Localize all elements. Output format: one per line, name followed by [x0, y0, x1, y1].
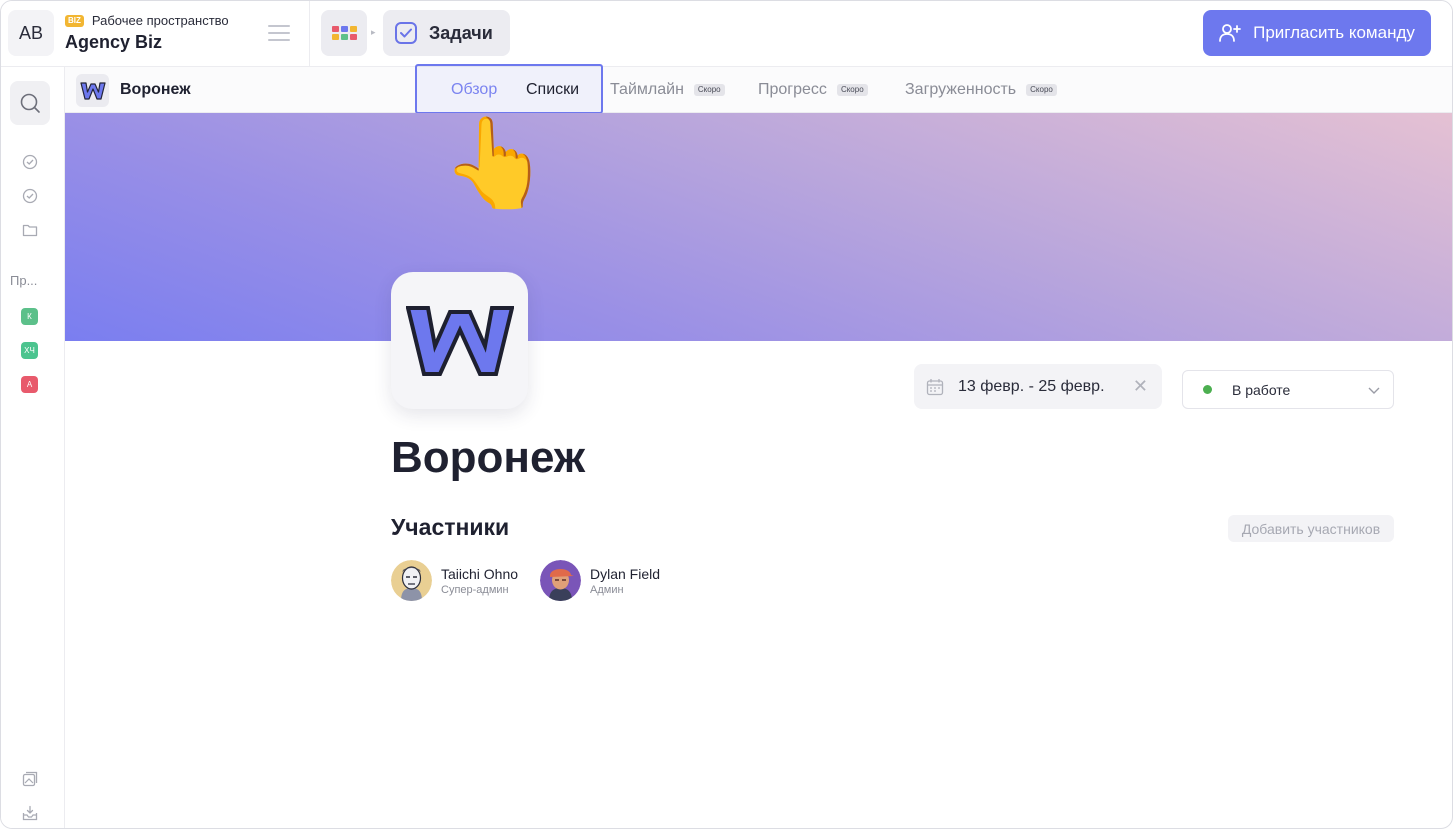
avatar	[391, 560, 432, 601]
projects-section-label: Пр...	[10, 273, 38, 288]
avatar	[540, 560, 581, 601]
add-members-button[interactable]: Добавить участников	[1228, 515, 1394, 542]
add-user-icon	[1219, 24, 1242, 42]
member-role: Админ	[590, 583, 624, 596]
workspace-name: Agency Biz	[65, 32, 163, 52]
tasks-check-icon	[395, 22, 417, 44]
date-range-text: 13 февр. - 25 февр.	[958, 377, 1105, 395]
tab-progress[interactable]: Прогресс Скоро	[758, 81, 868, 99]
rail-project-hch[interactable]: ХЧ	[21, 342, 38, 359]
my-tasks-check-icon[interactable]	[21, 153, 39, 171]
project-cover-banner	[65, 113, 1452, 341]
rail-project-a[interactable]: А	[21, 376, 38, 393]
rail-project-k[interactable]: К	[21, 308, 38, 325]
workspace-switcher[interactable]: BIZ Рабочее пространство Agency Biz	[65, 13, 229, 53]
status-dropdown[interactable]: В работе	[1182, 370, 1394, 409]
project-subnav: Воронеж Обзор Списки Таймлайн Скоро Прог…	[65, 64, 1452, 114]
project-title[interactable]: Воронеж	[391, 433, 585, 483]
search-icon	[20, 93, 40, 113]
breadcrumb-tasks[interactable]: Задачи	[383, 10, 510, 56]
project-logo-large[interactable]	[391, 272, 528, 409]
workspace-avatar[interactable]: AB	[8, 10, 54, 56]
member-item[interactable]: Taiichi Ohno Супер-админ	[391, 560, 518, 601]
search-button[interactable]	[10, 81, 50, 125]
members-heading: Участники	[391, 514, 510, 540]
soon-badge: Скоро	[693, 84, 725, 96]
calendar-icon	[926, 378, 944, 395]
workspace-label: Рабочее пространство	[91, 13, 229, 28]
invite-team-label: Пригласить команду	[1253, 23, 1415, 42]
status-dot	[1203, 385, 1212, 394]
member-item[interactable]: Dylan Field Админ	[540, 560, 660, 601]
member-role: Супер-админ	[441, 583, 509, 596]
chevron-down-icon	[1368, 387, 1380, 394]
biz-badge: BIZ	[65, 14, 84, 27]
tab-timeline[interactable]: Таймлайн Скоро	[610, 81, 725, 99]
status-label: В работе	[1232, 381, 1291, 398]
completed-check-icon[interactable]	[21, 187, 39, 205]
soon-badge: Скоро	[836, 84, 868, 96]
inbox-icon[interactable]	[21, 804, 39, 822]
apps-grid-button[interactable]	[321, 10, 367, 56]
tab-lists[interactable]: Списки	[526, 81, 579, 99]
soon-badge: Скоро	[1026, 84, 1057, 96]
breadcrumb-chevron-icon: ▸	[371, 27, 376, 37]
invite-team-button[interactable]: Пригласить команду	[1203, 10, 1431, 56]
topbar-divider	[309, 1, 310, 67]
gallery-icon[interactable]	[21, 770, 39, 788]
project-logo-small	[76, 74, 109, 107]
tab-overview[interactable]: Обзор	[451, 81, 497, 99]
member-name: Dylan Field	[590, 565, 661, 582]
pointing-hand-icon: 👆	[441, 113, 551, 212]
date-range-picker[interactable]: 13 февр. - 25 февр. ✕	[914, 364, 1162, 409]
tab-workload[interactable]: Загруженность Скоро	[905, 81, 1057, 99]
member-name: Taiichi Ohno	[441, 565, 519, 582]
top-bar: AB BIZ Рабочее пространство Agency Biz ▸…	[1, 1, 1452, 67]
app-window: AB BIZ Рабочее пространство Agency Biz ▸…	[0, 0, 1453, 829]
clear-date-icon[interactable]: ✕	[1133, 376, 1148, 397]
project-name-small: Воронеж	[120, 81, 191, 98]
menu-icon[interactable]	[268, 25, 290, 41]
breadcrumb-tasks-label: Задачи	[429, 22, 493, 43]
left-rail: Пр... К ХЧ А	[1, 67, 65, 828]
folder-icon[interactable]	[21, 221, 39, 239]
